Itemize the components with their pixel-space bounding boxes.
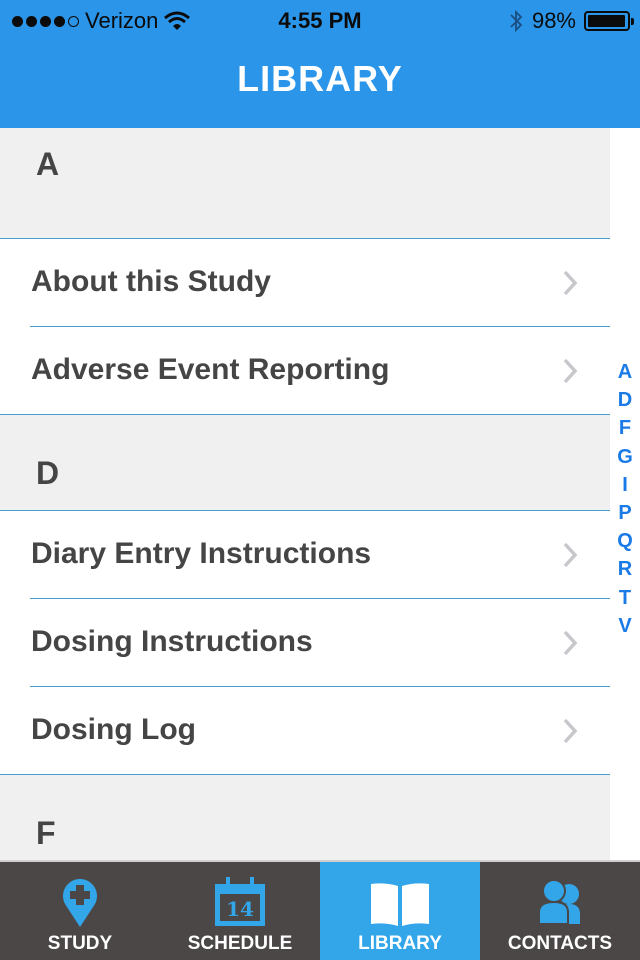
section-letter: D [36, 455, 60, 491]
section-index[interactable]: A D F G I P Q R T V [612, 358, 638, 640]
list-item-adverse-event-reporting[interactable]: Adverse Event Reporting [0, 327, 610, 415]
tab-schedule[interactable]: 14 SCHEDULE [160, 862, 320, 960]
tab-label: CONTACTS [507, 933, 613, 954]
status-bar: Verizon 4:55 PM 98% [0, 0, 640, 40]
index-letter[interactable]: G [617, 443, 633, 471]
calendar-icon: 14 [215, 877, 265, 926]
list-item-label: Dosing Instructions [31, 625, 313, 658]
section-header-d: D [0, 415, 610, 511]
list-item-dosing-instructions[interactable]: Dosing Instructions [0, 599, 610, 687]
index-letter[interactable]: P [618, 499, 631, 527]
chevron-right-icon [563, 270, 578, 296]
index-letter[interactable]: I [622, 471, 628, 499]
page-title: LIBRARY [237, 58, 403, 99]
calendar-day: 14 [226, 897, 254, 921]
section-header-a: A [0, 128, 610, 239]
navigation-header: Verizon 4:55 PM 98% LIBRARY [0, 0, 640, 128]
section-letter: F [36, 815, 56, 851]
people-icon [538, 880, 580, 925]
battery-icon [584, 11, 634, 31]
list-item-dosing-log[interactable]: Dosing Log [0, 687, 610, 775]
list-item-label: Dosing Log [31, 713, 196, 746]
tab-label: LIBRARY [358, 933, 442, 954]
tab-study[interactable]: STUDY [0, 862, 160, 960]
index-letter[interactable]: R [618, 555, 632, 583]
list-item-label: Diary Entry Instructions [31, 537, 372, 570]
tab-label: STUDY [47, 933, 113, 954]
book-icon [371, 883, 429, 926]
chevron-right-icon [563, 630, 578, 656]
list-item-diary-entry-instructions[interactable]: Diary Entry Instructions [0, 511, 610, 599]
tab-library[interactable]: LIBRARY [320, 862, 480, 960]
index-letter[interactable]: A [618, 358, 632, 386]
list-item-label: Adverse Event Reporting [31, 353, 390, 386]
tab-contacts[interactable]: CONTACTS [480, 862, 640, 960]
list-item-about-this-study[interactable]: About this Study [0, 239, 610, 327]
chevron-right-icon [563, 358, 578, 384]
bluetooth-icon [510, 9, 523, 33]
chevron-right-icon [563, 542, 578, 568]
list-item-label: About this Study [31, 265, 271, 298]
index-letter[interactable]: F [619, 414, 631, 442]
index-letter[interactable]: V [618, 612, 631, 640]
map-pin-plus-icon [63, 879, 97, 927]
index-letter[interactable]: T [619, 584, 631, 612]
section-header-f: F [0, 775, 610, 860]
tab-label: SCHEDULE [187, 933, 293, 954]
library-list[interactable]: A About this Study Adverse Event Reporti… [0, 128, 640, 860]
index-letter[interactable]: Q [617, 527, 633, 555]
chevron-right-icon [563, 718, 578, 744]
tab-bar: STUDY 14 SCHEDULE LIBRARY CONTACTS [0, 860, 640, 960]
section-letter: A [36, 146, 60, 182]
index-letter[interactable]: D [618, 386, 632, 414]
battery-percent: 98% [531, 8, 576, 33]
